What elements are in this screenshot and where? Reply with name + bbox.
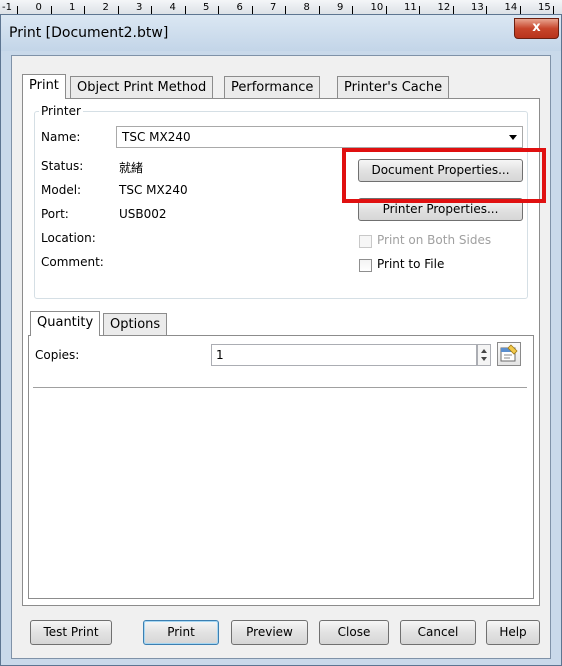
tab-quantity[interactable]: Quantity [30, 311, 101, 336]
ruler-tick-label: 8 [303, 2, 310, 13]
print-to-file-checkbox[interactable] [359, 259, 372, 272]
ruler-tick-label: 1 [69, 2, 76, 13]
quantity-panel: Copies: 1 [28, 335, 534, 599]
comment-label: Comment: [41, 255, 104, 269]
tab-print[interactable]: Print [22, 74, 66, 99]
model-value: TSC MX240 [119, 183, 188, 197]
ruler-tick-label: 11 [404, 2, 417, 13]
ruler-tick-label: 6 [236, 2, 243, 13]
name-label: Name: [41, 130, 81, 144]
close-window-button[interactable]: x [514, 18, 559, 39]
print-both-sides-label: Print on Both Sides [377, 233, 492, 247]
printer-name-value: TSC MX240 [122, 130, 191, 144]
ruler-tick-label: -1 [2, 2, 12, 13]
chevron-down-icon [509, 135, 517, 140]
status-label: Status: [41, 159, 84, 173]
test-print-button[interactable]: Test Print [30, 620, 112, 645]
printer-group: Printer Name: TSC MX240 Status: 就緒 Model… [34, 104, 528, 299]
ruler-tick-label: 9 [337, 2, 344, 13]
ruler-tick-label: 14 [504, 2, 518, 13]
window-title: Print [Document2.btw] [9, 25, 169, 41]
print-button[interactable]: Print [143, 620, 219, 645]
ruler-tick-label: 5 [203, 2, 210, 13]
print-tab-panel: Printer Name: TSC MX240 Status: 就緒 Model… [22, 98, 540, 606]
status-value: 就緒 [119, 161, 144, 175]
print-dialog: Print [Document2.btw] x Print Object Pri… [0, 14, 562, 666]
dialog-client-area: Print Object Print Method Performance Pr… [11, 55, 551, 659]
tab-options[interactable]: Options [103, 313, 168, 335]
cancel-button[interactable]: Cancel [400, 620, 476, 645]
ruler-tick-label: 13 [471, 2, 484, 13]
copies-stepper[interactable] [477, 344, 491, 366]
variable-source-button[interactable] [497, 342, 521, 366]
print-to-file-label: Print to File [377, 257, 445, 271]
tab-printers-cache[interactable]: Printer's Cache [337, 76, 450, 98]
ruler-tick-label: 12 [437, 2, 451, 13]
printer-name-select[interactable]: TSC MX240 [116, 126, 523, 148]
title-bar[interactable]: Print [Document2.btw] x [1, 15, 561, 51]
model-label: Model: [41, 183, 82, 197]
ruler-tick-label: 7 [270, 2, 277, 13]
tab-object-print-method[interactable]: Object Print Method [70, 76, 214, 98]
variable-picker-icon [500, 344, 518, 362]
location-label: Location: [41, 231, 96, 245]
printer-properties-button[interactable]: Printer Properties... [358, 198, 523, 221]
print-both-sides-checkbox[interactable] [359, 235, 372, 248]
preview-button[interactable]: Preview [231, 620, 308, 645]
port-value: USB002 [119, 207, 167, 221]
ruler-tick-label: 2 [102, 2, 109, 13]
printer-group-legend: Printer [39, 104, 83, 118]
document-properties-button[interactable]: Document Properties... [358, 159, 523, 182]
tab-performance[interactable]: Performance [224, 76, 321, 98]
ruler-tick-label: 3 [136, 2, 143, 13]
ruler-tick-label: 4 [169, 2, 176, 13]
help-button[interactable]: Help [486, 620, 540, 645]
copies-input[interactable]: 1 [211, 344, 477, 366]
close-button[interactable]: Close [319, 620, 389, 645]
ruler-tick-label: 10 [370, 2, 384, 13]
divider [33, 387, 527, 388]
ruler-tick-label: 15 [538, 2, 551, 13]
ruler-tick-label: 0 [35, 2, 42, 13]
port-label: Port: [41, 207, 69, 221]
copies-label: Copies: [35, 348, 80, 362]
up-down-arrows-icon [481, 349, 487, 361]
